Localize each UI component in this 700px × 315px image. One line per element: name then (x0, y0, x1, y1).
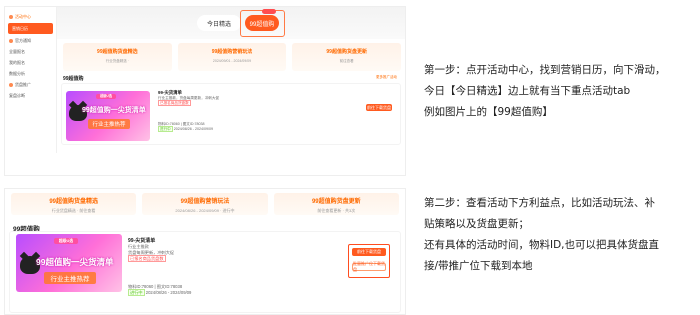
step2-line: 贴策略以及货盘更新； (424, 218, 529, 230)
banner-subline: 行业主推热荐 (88, 119, 130, 129)
activity-period: 2024/08/26 - 2024/09/09 (173, 127, 213, 131)
sidebar-item-notice[interactable]: 官方通知 (5, 35, 56, 46)
download-goods-button[interactable]: 前往下载货盘 (366, 104, 392, 111)
sidebar-item-review[interactable]: 复盘诊断 (5, 90, 56, 101)
activity-icon (9, 14, 13, 19)
step2-line: 第二步：查看活动下方利益点，比如活动玩法、补 (424, 197, 655, 209)
sidebar-item-marketing-calendar[interactable]: 营销日历 (8, 23, 53, 34)
download-goods-button-2[interactable]: 前往下载货盘 (352, 248, 386, 256)
card-goods-update[interactable]: 99超值购货盘更新 前往查看 (292, 43, 402, 71)
screenshot-step2: 99超值购货盘精选 行业货盘精选 · 前往查看 99超值购营销玩法 2024/0… (4, 188, 406, 315)
sidebar-item-promo[interactable]: 货盘推广 (5, 79, 56, 90)
activity-panel-2: 超级U选 99超值购一尖货清单 行业主推热荐 99-尖货清单 行业主推款 货盘每… (9, 231, 401, 313)
more-link[interactable]: 更多推广活动 (376, 75, 397, 80)
tab-today-picks[interactable]: 今日精选 (197, 15, 241, 31)
activity-line2: 已报名商品货盘数 (158, 100, 191, 106)
sidebar-item-my-signup[interactable]: 我的报名 (5, 57, 56, 68)
tab-bar: 今日精选 99超值购 (57, 7, 405, 39)
activity-banner[interactable]: 超级U选 99超值购一尖货清单 行业主推热荐 (66, 91, 150, 141)
banner-subline-2: 行业主推热荐 (44, 272, 96, 284)
card-marketing-play[interactable]: 99超值购营销玩法 2024/09/01 - 2024/09/09 (177, 43, 287, 71)
banner-headline: 99超值购一尖货清单 (82, 107, 146, 114)
step2-line: 还有具体的活动时间，物料ID,也可以把具体货盘直 (424, 239, 660, 251)
material-id: 物料ID:78060 (158, 121, 180, 126)
promo-icon (9, 82, 13, 87)
highlight-box (240, 10, 285, 37)
promo-download-button[interactable]: 批量推广位下载货盘 (352, 261, 386, 272)
card-goods-update-2[interactable]: 99超值购货盘更新 前往查看更新 · 共3次 (273, 193, 399, 215)
activity-line3-2: 已报名商品货盘数 (128, 255, 166, 262)
benefit-cards-2: 99超值购货盘精选 行业货盘精选 · 前往查看 99超值购营销玩法 2024/0… (11, 193, 399, 215)
sidebar-item-all-signup[interactable]: 全量报名 (5, 46, 56, 57)
sidebar: 活动中心 营销日历 官方通知 全量报名 我的报名 数据分析 货盘推广 复盘诊断 (5, 7, 57, 153)
step2-description: 第二步：查看活动下方利益点，比如活动玩法、补 贴策略以及货盘更新； 还有具体的活… (424, 193, 659, 277)
sidebar-item-data[interactable]: 数据分析 (5, 68, 56, 79)
screenshot-step1: 活动中心 营销日历 官方通知 全量报名 我的报名 数据分析 货盘推广 复盘诊断 … (4, 6, 406, 176)
benefit-cards: 99超值购货盘精选 行业货盘精选 · 99超值购营销玩法 2024/09/01 … (63, 43, 402, 71)
banner-logo: 超级U选 (96, 94, 116, 99)
step1-description: 第一步：点开活动中心，找到营销日历，向下滑动， 今日【今日精选】边上就有当下重点… (424, 60, 666, 123)
status-badge: 进行中 (158, 126, 173, 132)
sidebar-item-activity-center[interactable]: 活动中心 (5, 11, 56, 22)
activity-period-2: 2024/08/26 - 2024/09/09 (145, 290, 192, 295)
hot-badge (262, 9, 276, 14)
step1-line: 第一步：点开活动中心，找到营销日历，向下滑动， (424, 64, 666, 76)
id-note-2: | 图文ID:78038 (154, 284, 183, 289)
banner-headline-2: 99超值购一尖货清单 (36, 257, 114, 267)
step2-line: 接/带推广位下载到本地 (424, 260, 533, 272)
activity-banner-2[interactable]: 超级U选 99超值购一尖货清单 行业主推热荐 (16, 234, 122, 292)
main-content: 今日精选 99超值购 99超值购货盘精选 行业货盘精选 · 99超值购营销玩法 … (57, 7, 405, 175)
notice-icon (9, 38, 13, 43)
section-label: 99超值购 (63, 76, 84, 82)
step1-line: 例如图片上的【99超值购】 (424, 106, 553, 118)
banner-logo-2: 超级U选 (54, 238, 78, 244)
activity-info-2: 99-尖货清单 行业主推款 货盘每周更新，冲刺大促 已报名商品货盘数 物料ID:… (128, 238, 191, 296)
step1-line: 今日【今日精选】边上就有当下重点活动tab (424, 85, 631, 97)
card-marketing-play-2[interactable]: 99超值购营销玩法 2024/08/26 - 2024/09/09 · 进行中 (142, 193, 268, 215)
id-note: | 图文ID:78038 (180, 121, 205, 126)
card-goods-picks[interactable]: 99超值购货盘精选 行业货盘精选 · (63, 43, 172, 71)
card-goods-picks-2[interactable]: 99超值购货盘精选 行业货盘精选 · 前往查看 (11, 193, 137, 215)
activity-info: 99-尖货清单 行业主推款，货盘每周更新，冲刺大促 已报名商品货盘数 物料ID:… (158, 90, 219, 133)
status-badge-2: 进行中 (128, 289, 145, 296)
activity-panel: 超级U选 99超值购一尖货清单 行业主推热荐 99-尖货清单 行业主推款，货盘每… (61, 83, 401, 145)
